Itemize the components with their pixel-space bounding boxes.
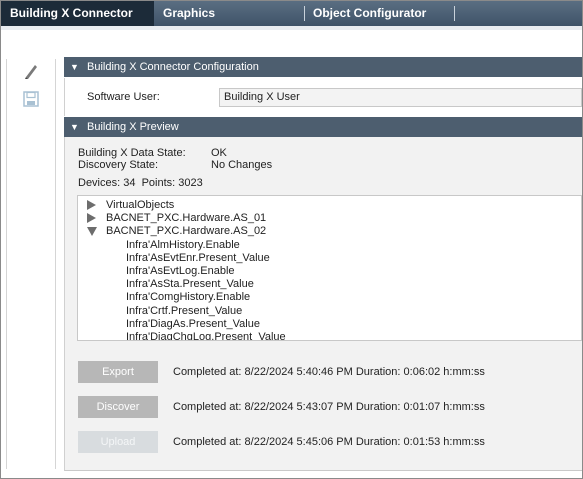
collapse-triangle-icon: ▼ <box>70 122 79 132</box>
tab-object-configurator[interactable]: Object Configurator <box>304 1 454 26</box>
tree-leaf[interactable]: Infra'AlmHistory.Enable <box>126 239 240 251</box>
tree-leaf[interactable]: Infra'AsSta.Present_Value <box>126 278 254 290</box>
software-user-field[interactable]: Building X User <box>219 88 582 107</box>
tree-leaf[interactable]: Infra'ComgHistory.Enable <box>126 291 250 303</box>
tree-node[interactable]: VirtualObjects <box>106 199 174 211</box>
discovery-state-label: Discovery State: <box>78 159 159 171</box>
data-state-value: OK <box>211 147 227 159</box>
preview-tree[interactable]: VirtualObjects BACNET_PXC.Hardware.AS_01… <box>77 195 582 341</box>
pencil-icon[interactable] <box>22 62 40 80</box>
tree-node[interactable]: BACNET_PXC.Hardware.AS_01 <box>106 212 266 224</box>
tab-building-x-connector[interactable]: Building X Connector <box>1 1 154 26</box>
tab-bar: Building X Connector Graphics Object Con… <box>1 1 582 26</box>
discover-button[interactable]: Discover <box>78 396 158 418</box>
preview-section-title: Building X Preview <box>87 121 179 133</box>
upload-button[interactable]: Upload <box>78 431 158 453</box>
divider <box>6 59 7 469</box>
discover-status: Completed at: 8/22/2024 5:43:07 PM Durat… <box>173 401 485 413</box>
preview-section-header[interactable]: ▼ Building X Preview <box>64 117 582 137</box>
tree-leaf[interactable]: Infra'AsEvtEnr.Present_Value <box>126 252 270 264</box>
connector-window: Building X Connector Graphics Object Con… <box>0 0 583 479</box>
collapse-triangle-icon[interactable] <box>87 227 97 236</box>
data-state-label: Building X Data State: <box>78 147 186 159</box>
tree-leaf[interactable]: Infra'DiagAs.Present_Value <box>126 318 260 330</box>
export-button[interactable]: Export <box>78 361 158 383</box>
tree-node[interactable]: BACNET_PXC.Hardware.AS_02 <box>106 225 266 237</box>
tree-leaf[interactable]: Infra'Crtf.Present_Value <box>126 305 242 317</box>
tab-underline <box>1 26 582 30</box>
tab-separator <box>454 6 455 21</box>
software-user-label: Software User: <box>87 91 160 103</box>
device-point-counts: Devices: 34 Points: 3023 <box>78 177 203 189</box>
expand-triangle-icon[interactable] <box>87 213 96 223</box>
expand-triangle-icon[interactable] <box>87 200 96 210</box>
collapse-triangle-icon: ▼ <box>70 62 79 72</box>
tree-leaf[interactable]: Infra'DiagChgLog.Present_Value <box>126 331 286 340</box>
discovery-state-value: No Changes <box>211 159 273 171</box>
tab-graphics[interactable]: Graphics <box>154 1 304 26</box>
upload-status: Completed at: 8/22/2024 5:45:06 PM Durat… <box>173 436 485 448</box>
tree-leaf[interactable]: Infra'AsEvtLog.Enable <box>126 265 235 277</box>
divider <box>55 59 56 469</box>
save-disk-icon[interactable] <box>22 90 40 108</box>
config-section-header[interactable]: ▼ Building X Connector Configuration <box>64 57 582 77</box>
config-section-title: Building X Connector Configuration <box>87 61 259 73</box>
export-status: Completed at: 8/22/2024 5:40:46 PM Durat… <box>173 366 485 378</box>
